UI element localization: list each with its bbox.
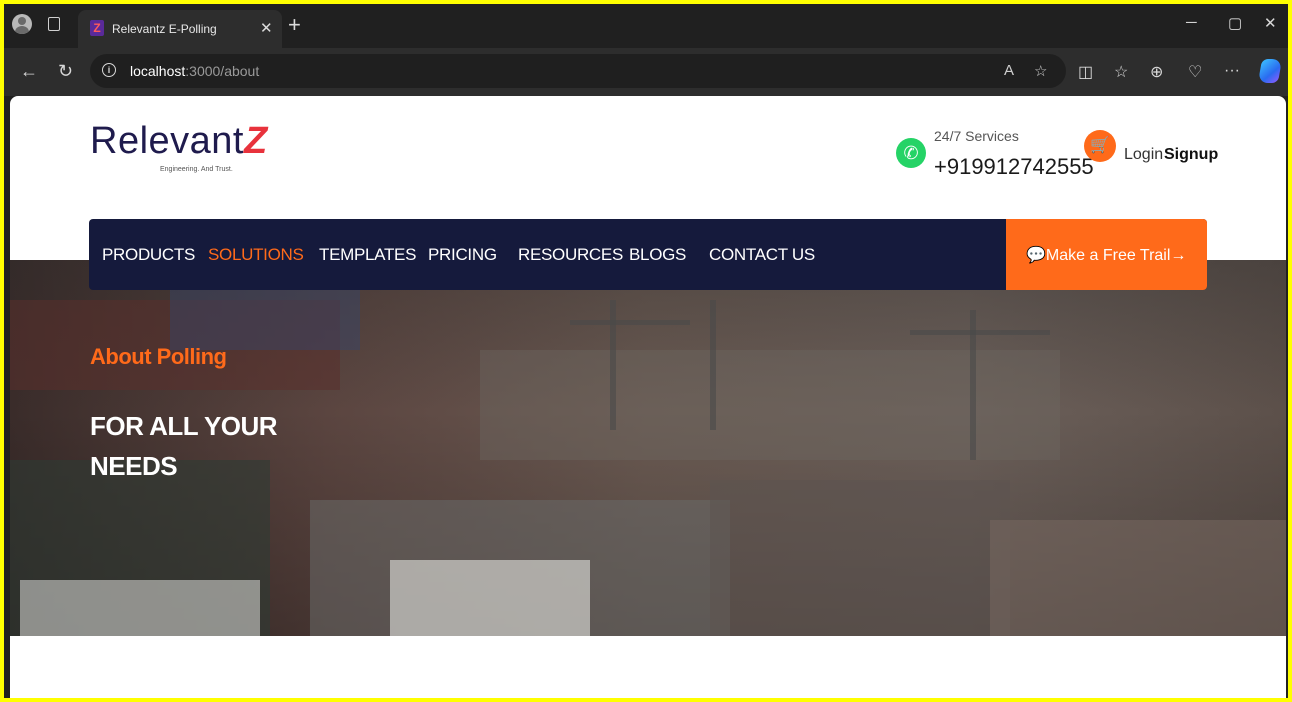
url-host: localhost <box>130 63 186 79</box>
services-label: 24/7 Services <box>934 128 1019 144</box>
nav-contact-us[interactable]: CONTACT US <box>709 245 815 265</box>
read-aloud-icon[interactable]: A <box>1004 62 1014 79</box>
nav-resources[interactable]: RESOURCES <box>518 245 623 265</box>
split-screen-icon[interactable]: ◫ <box>1078 62 1093 82</box>
new-tab-icon[interactable]: + <box>288 12 301 38</box>
hero-bg-containers <box>390 560 590 636</box>
favorite-star-icon[interactable]: ☆ <box>1034 62 1047 80</box>
profile-avatar-icon[interactable] <box>12 14 32 34</box>
phone-number[interactable]: +919912742555 <box>934 154 1094 180</box>
logo-tagline: Engineering. And Trust. <box>160 166 233 173</box>
hero-bg-containers <box>710 480 1010 636</box>
hero-banner: About Polling FOR ALL YOUR NEEDS <box>10 260 1286 636</box>
free-trial-label: 💬Make a Free Trail→ <box>1026 245 1186 265</box>
favicon-icon: Z <box>90 20 104 36</box>
site-logo[interactable]: RelevantZ Engineering. And Trust. <box>90 120 268 173</box>
minimize-icon[interactable]: ─ <box>1186 14 1197 31</box>
hero-bg-containers <box>170 290 360 350</box>
collections-icon[interactable]: ⊕ <box>1150 62 1163 82</box>
hero-title: FOR ALL YOUR NEEDS <box>90 411 278 481</box>
nav-templates[interactable]: TEMPLATES <box>319 245 416 265</box>
restore-icon[interactable]: ▢ <box>1228 14 1242 32</box>
refresh-icon[interactable]: ↻ <box>58 61 73 82</box>
browser-essentials-icon[interactable]: ♡ <box>1188 62 1202 82</box>
back-icon[interactable]: ← <box>20 61 38 82</box>
signup-link[interactable]: Signup <box>1164 146 1218 164</box>
hero-bg-containers <box>990 520 1286 636</box>
site-info-icon[interactable]: i <box>102 63 116 77</box>
copilot-icon[interactable] <box>1257 59 1283 83</box>
nav-products[interactable]: PRODUCTS <box>102 245 195 265</box>
more-menu-icon[interactable]: ··· <box>1224 62 1240 80</box>
address-bar[interactable]: i localhost:3000/about A ☆ <box>90 54 1066 88</box>
hero-kicker: About Polling <box>90 344 227 369</box>
logo-z-mark: Z <box>243 120 268 162</box>
nav-pricing[interactable]: PRICING <box>428 245 497 265</box>
tab-title: Relevantz E-Polling <box>112 22 217 36</box>
logo-main-text: Relevant <box>90 120 244 162</box>
favorites-icon[interactable]: ☆ <box>1114 62 1128 82</box>
nav-blogs[interactable]: BLOGS <box>629 245 686 265</box>
chat-icon: 💬 <box>1026 247 1046 264</box>
page-viewport: RelevantZ Engineering. And Trust. ✆ 24/7… <box>10 96 1286 698</box>
browser-window: Z Relevantz E-Polling ✕ + ─ ▢ ✕ ← ↻ i lo… <box>4 4 1288 698</box>
main-nav: PRODUCTS SOLUTIONS TEMPLATES PRICING RES… <box>89 219 1207 290</box>
tab-strip: Z Relevantz E-Polling ✕ + ─ ▢ ✕ <box>4 4 1288 48</box>
arrow-right-icon: → <box>1170 247 1187 264</box>
browser-tab[interactable]: Z Relevantz E-Polling ✕ <box>78 10 282 48</box>
tab-actions-icon[interactable] <box>48 17 60 31</box>
whatsapp-icon[interactable]: ✆ <box>896 138 926 168</box>
nav-solutions[interactable]: SOLUTIONS <box>208 245 304 265</box>
url-text[interactable]: localhost:3000/about <box>130 63 259 79</box>
browser-toolbar: ← ↻ i localhost:3000/about A ☆ ◫ ☆ ⊕ ♡ ·… <box>4 48 1288 96</box>
hero-bg-crane <box>570 320 690 325</box>
cart-icon[interactable]: 🛒 <box>1084 130 1116 162</box>
free-trial-text: Make a Free Trail <box>1045 247 1171 264</box>
hero-bg-containers <box>20 580 260 636</box>
url-path: :3000/about <box>185 63 260 79</box>
close-window-icon[interactable]: ✕ <box>1264 14 1277 32</box>
logo-wordmark: RelevantZ <box>90 120 268 162</box>
login-link[interactable]: Login <box>1124 146 1163 164</box>
tab-close-icon[interactable]: ✕ <box>260 19 273 37</box>
free-trial-button[interactable]: 💬Make a Free Trail→ <box>1006 219 1207 290</box>
hero-bg-crane <box>710 300 716 430</box>
hero-bg-crane <box>910 330 1050 335</box>
